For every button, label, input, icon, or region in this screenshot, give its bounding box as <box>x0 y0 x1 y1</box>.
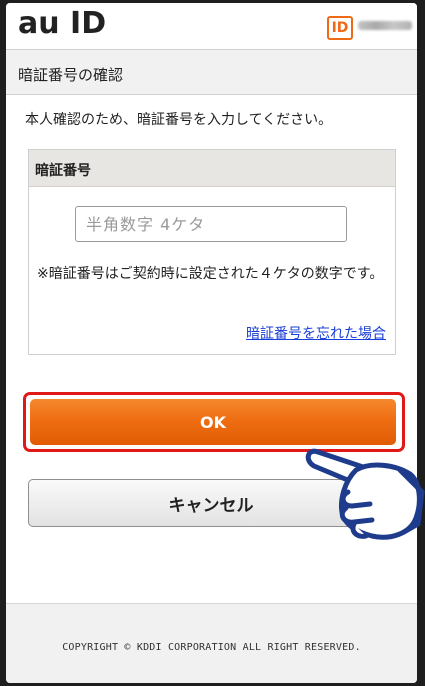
pin-section: 暗証番号 ※暗証番号はご契約時に設定された４ケタの数字です。 暗証番号を忘れた場… <box>28 149 396 355</box>
footer: COPYRIGHT © KDDI CORPORATION ALL RIGHT R… <box>6 603 417 683</box>
phone-screen: au ID ID 暗証番号の確認 本人確認のため、暗証番号を入力してください。 … <box>6 3 417 683</box>
pointing-hand-icon <box>305 448 425 540</box>
pin-note: ※暗証番号はご契約時に設定された４ケタの数字です。 <box>37 266 384 282</box>
instruction-text: 本人確認のため、暗証番号を入力してください。 <box>25 112 333 128</box>
app-header: au ID ID <box>6 3 417 50</box>
page-title: 暗証番号の確認 <box>18 66 124 84</box>
id-badge-icon[interactable]: ID <box>327 16 353 40</box>
ok-button[interactable]: OK <box>30 399 396 445</box>
pin-section-heading: 暗証番号 <box>35 163 91 179</box>
forgot-pin-link[interactable]: 暗証番号を忘れた場合 <box>246 323 386 343</box>
pin-input[interactable] <box>75 206 347 242</box>
blurred-account-id <box>358 21 412 30</box>
pin-section-header: 暗証番号 <box>29 150 395 187</box>
copyright-text: COPYRIGHT © KDDI CORPORATION ALL RIGHT R… <box>62 642 361 653</box>
page-title-bar: 暗証番号の確認 <box>6 50 417 95</box>
au-id-logo: au ID <box>18 6 107 41</box>
